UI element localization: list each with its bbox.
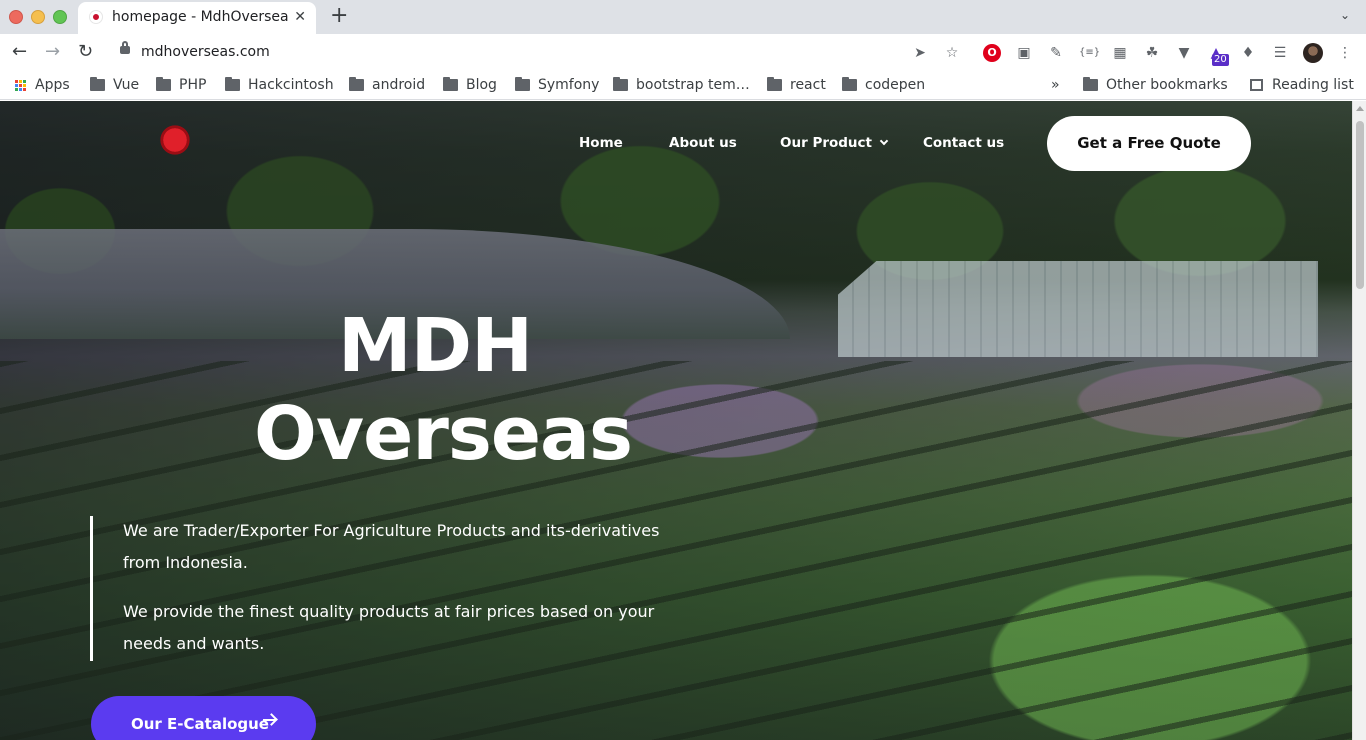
site-favicon-icon [90, 11, 102, 23]
tab-close-icon[interactable]: ✕ [294, 9, 306, 25]
bookmark-label: PHP [179, 77, 207, 93]
get-free-quote-button[interactable]: Get a Free Quote [1047, 116, 1251, 171]
bookmark-android[interactable]: android [349, 77, 425, 93]
browser-toolbar: ← → ↻ mdhoverseas.com ➤ ☆ O ▣ ✎ {≡} ▦ ☘ … [0, 34, 1366, 72]
bookmark-label: Symfony [538, 77, 600, 93]
media-control-icon[interactable]: ☰ [1271, 44, 1289, 62]
apps-grid-icon [15, 79, 26, 91]
address-bar[interactable]: mdhoverseas.com [108, 38, 968, 68]
folder-icon [767, 77, 782, 91]
hero-text-divider [90, 516, 93, 661]
json-extension-icon[interactable]: {≡} [1079, 44, 1100, 62]
close-window-button[interactable] [9, 10, 23, 24]
maximize-window-button[interactable] [53, 10, 67, 24]
tab-title: homepage - MdhOverseas [112, 9, 288, 25]
nav-home[interactable]: Home [579, 135, 623, 151]
hero-background-greenhouse [838, 261, 1318, 357]
grid-extension-icon[interactable]: ▦ [1111, 44, 1129, 62]
hero-paragraph-2: We provide the finest quality products a… [123, 602, 655, 653]
bookmark-label: bootstrap tem… [636, 77, 750, 93]
page-viewport: Home About us Our Product Contact us Get… [0, 101, 1366, 740]
folder-icon [443, 77, 458, 91]
bookmark-label: Apps [35, 77, 70, 93]
e-catalogue-label: Our E-Catalogue [131, 715, 269, 733]
folder-icon [349, 77, 364, 91]
camera-extension-icon[interactable]: ▣ [1015, 44, 1033, 62]
folder-icon [225, 77, 240, 91]
bookmark-label: codepen [865, 77, 926, 93]
e-catalogue-button[interactable]: Our E-Catalogue [91, 696, 316, 740]
hero-title-line-2: Overseas [254, 391, 633, 477]
paw-extension-icon[interactable]: ☘ [1143, 44, 1161, 62]
bookmark-apps[interactable]: Apps [15, 77, 70, 93]
reading-list-icon [1250, 79, 1263, 91]
hero-title-line-1: MDH [338, 303, 533, 389]
bookmark-react[interactable]: react [767, 77, 826, 93]
profile-avatar[interactable] [1303, 43, 1323, 63]
other-bookmarks-label: Other bookmarks [1106, 77, 1228, 93]
bookmark-blog[interactable]: Blog [443, 77, 497, 93]
folder-icon [90, 77, 105, 91]
scrollbar-thumb[interactable] [1356, 121, 1364, 289]
bookmark-label: android [372, 77, 426, 93]
tab-strip: homepage - MdhOverseas ✕ + ⌄ [0, 0, 1366, 34]
bookmark-vue[interactable]: Vue [90, 77, 139, 93]
hero-section: Home About us Our Product Contact us Get… [0, 101, 1352, 740]
lock-icon [120, 41, 130, 54]
nav-our-product[interactable]: Our Product [780, 135, 889, 151]
bookmark-label: Blog [466, 77, 497, 93]
send-tab-icon[interactable]: ➤ [911, 44, 929, 62]
site-logo[interactable] [160, 125, 190, 155]
bookmark-label: Vue [113, 77, 140, 93]
vue-devtools-icon[interactable]: ▼ [1175, 44, 1193, 62]
bookmark-codepen[interactable]: codepen [842, 77, 925, 93]
reload-icon[interactable]: ↻ [78, 42, 93, 62]
bookmark-bootstrap[interactable]: bootstrap tem… [613, 77, 750, 93]
bookmarks-bar: Apps Vue PHP Hackcintosh android Blog Sy… [0, 72, 1366, 100]
nav-about[interactable]: About us [669, 135, 737, 151]
tab-search-chevron-icon[interactable]: ⌄ [1340, 8, 1350, 22]
eyedropper-extension-icon[interactable]: ✎ [1047, 44, 1065, 62]
bookmark-hackcintosh[interactable]: Hackcintosh [225, 77, 334, 93]
back-arrow-icon[interactable]: ← [12, 42, 27, 62]
forward-arrow-icon[interactable]: → [45, 42, 60, 62]
folder-icon [842, 77, 857, 91]
hero-paragraph-1: We are Trader/Exporter For Agriculture P… [123, 521, 660, 572]
chevron-down-icon [879, 136, 889, 146]
bookmark-star-icon[interactable]: ☆ [943, 44, 961, 62]
bookmark-label: react [790, 77, 826, 93]
browser-menu-icon[interactable]: ⋮ [1336, 44, 1354, 62]
url-text: mdhoverseas.com [141, 44, 270, 60]
extensions-puzzle-icon[interactable]: ♦ [1239, 44, 1257, 62]
bookmarks-overflow-button[interactable]: » [1051, 77, 1060, 93]
other-bookmarks[interactable]: Other bookmarks [1083, 77, 1228, 93]
bookmark-symfony[interactable]: Symfony [515, 77, 599, 93]
reading-list[interactable]: Reading list [1250, 77, 1354, 93]
reading-list-label: Reading list [1272, 77, 1354, 93]
nav-contact[interactable]: Contact us [923, 135, 1004, 151]
folder-icon [1083, 77, 1098, 91]
page-scrollbar[interactable] [1352, 101, 1366, 740]
nav-our-product-label: Our Product [780, 135, 873, 151]
opera-extension-icon[interactable]: O [983, 44, 1001, 62]
bookmark-php[interactable]: PHP [156, 77, 206, 93]
arrow-right-icon [263, 719, 275, 721]
folder-icon [515, 77, 530, 91]
minimize-window-button[interactable] [31, 10, 45, 24]
folder-icon [156, 77, 171, 91]
bookmark-label: Hackcintosh [248, 77, 334, 93]
folder-icon [613, 77, 628, 91]
scroll-up-icon[interactable] [1356, 106, 1364, 111]
extension-badge: 20 [1212, 54, 1229, 66]
active-tab[interactable]: homepage - MdhOverseas ✕ [78, 2, 316, 34]
new-tab-button[interactable]: + [330, 4, 348, 28]
